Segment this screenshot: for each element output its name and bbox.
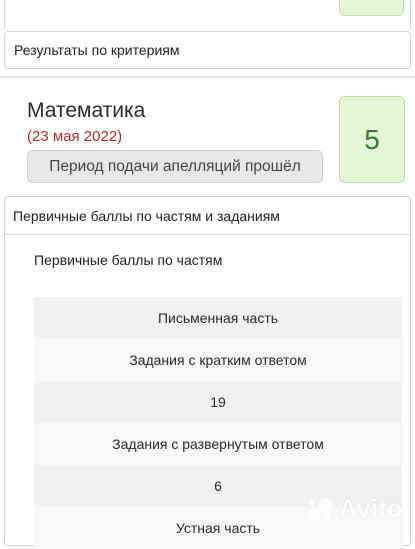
table-row: Письменная часть bbox=[34, 297, 402, 339]
watermark-text: Avito bbox=[339, 495, 404, 523]
table-row: Задания с развернутым ответом bbox=[34, 423, 402, 465]
avito-logo-icon bbox=[308, 497, 333, 521]
section-divider bbox=[0, 76, 415, 78]
criteria-results-toggle[interactable]: Результаты по критериям bbox=[4, 31, 411, 69]
right-border bbox=[410, 0, 411, 30]
parts-scores-panel: Первичные баллы по частям и заданиям Пер… bbox=[4, 196, 411, 549]
grade-value: 5 bbox=[364, 123, 380, 155]
grade-box: 5 bbox=[339, 96, 405, 183]
subject-title: Математика bbox=[27, 99, 146, 122]
table-row: Задания с кратким ответом bbox=[34, 339, 402, 381]
parts-scores-toggle[interactable]: Первичные баллы по частям и заданиям bbox=[5, 197, 410, 235]
parts-subtitle: Первичные баллы по частям bbox=[34, 252, 223, 268]
parts-scores-header: Первичные баллы по частям и заданиям bbox=[13, 207, 280, 224]
table-row: 19 bbox=[34, 381, 402, 423]
left-border bbox=[4, 0, 5, 30]
appeal-status-button[interactable]: Период подачи апелляций прошёл bbox=[27, 150, 323, 183]
criteria-results-label: Результаты по критериям bbox=[14, 42, 180, 58]
exam-date: (23 мая 2022) bbox=[27, 128, 123, 145]
avito-watermark: Avito bbox=[306, 495, 403, 524]
appeal-status-label: Период подачи апелляций прошёл bbox=[49, 157, 301, 175]
previous-grade-box-fragment bbox=[339, 0, 404, 16]
